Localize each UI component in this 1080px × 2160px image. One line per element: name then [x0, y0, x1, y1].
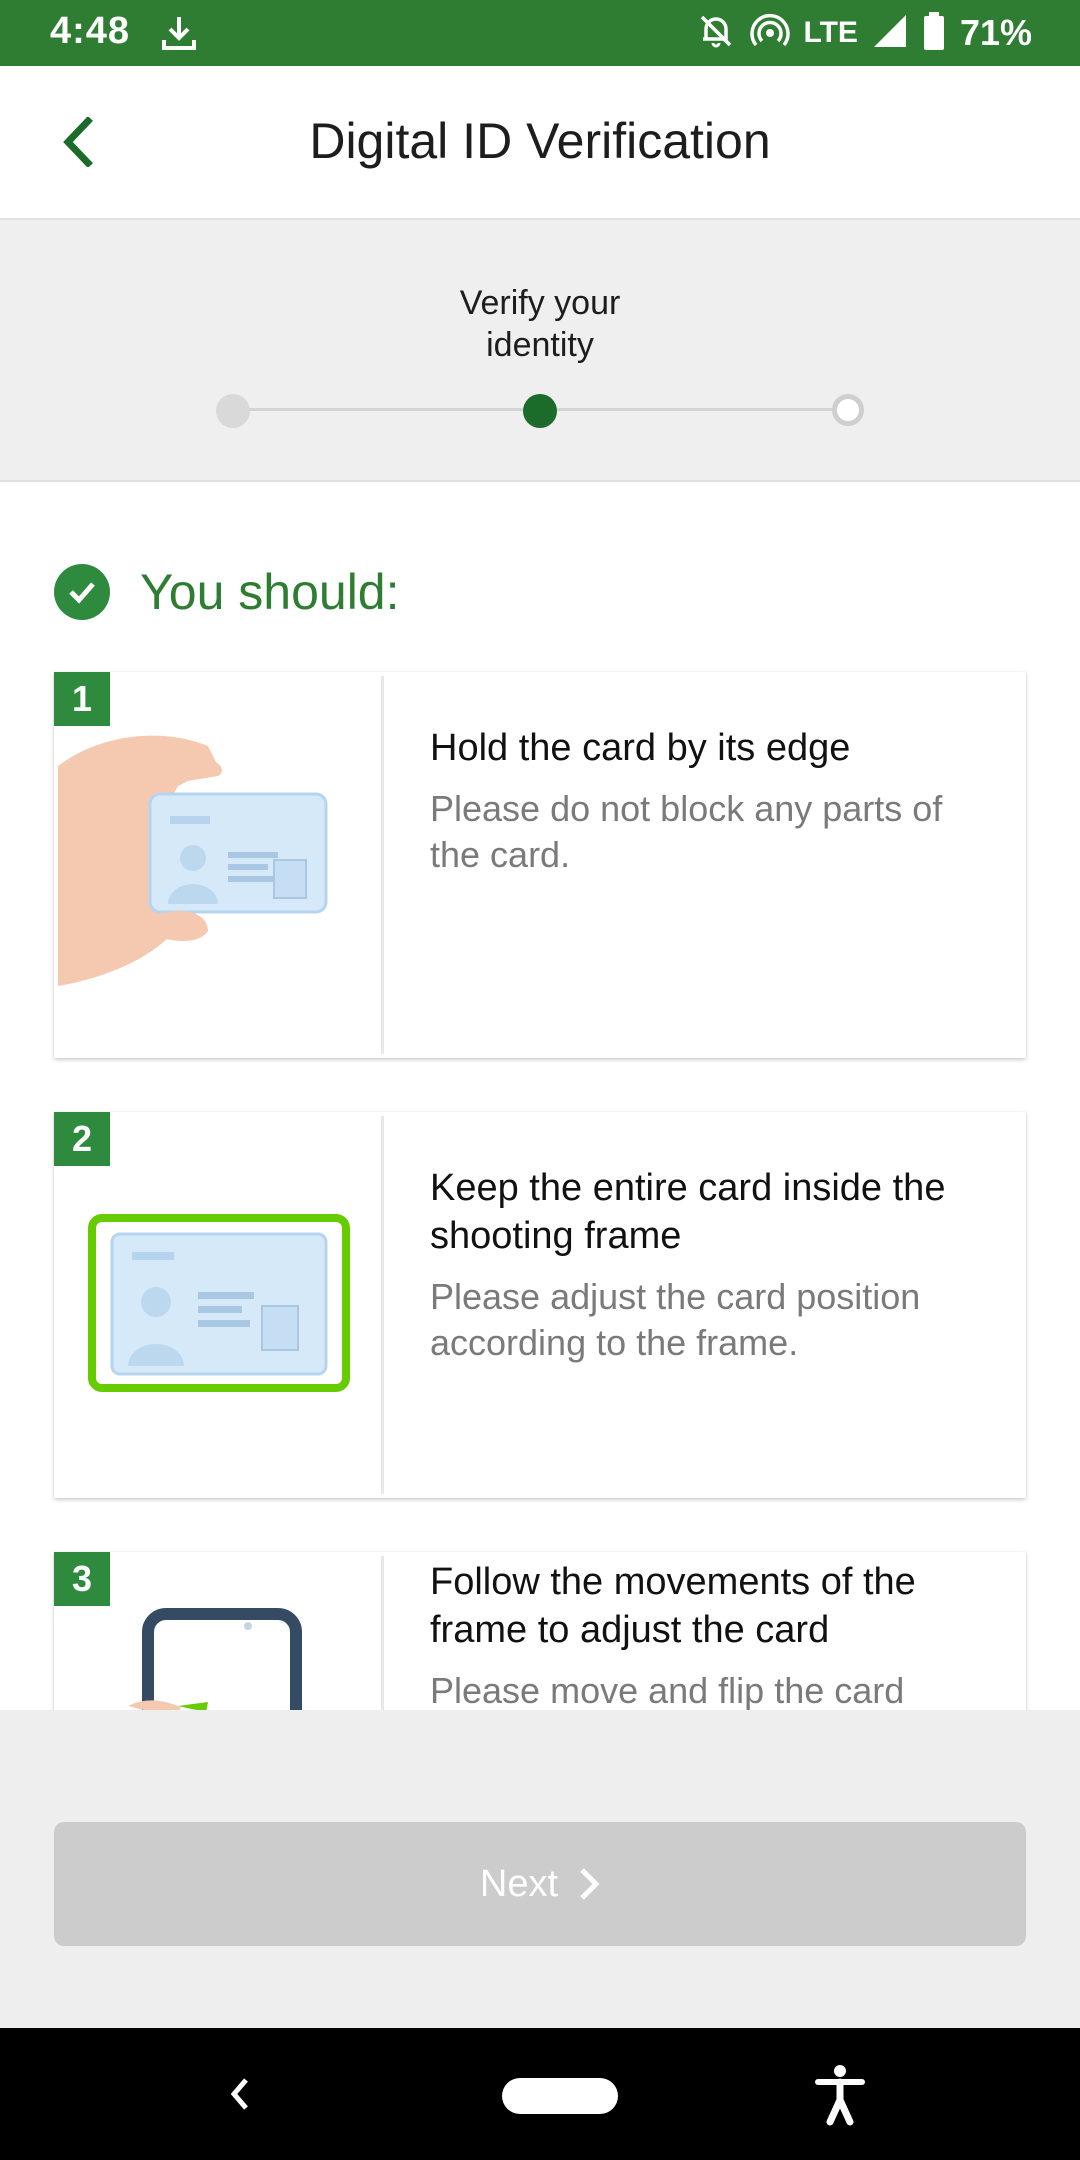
step-dot-1: [216, 394, 250, 428]
next-button-label: Next: [479, 1862, 559, 1905]
step-dot-3: [832, 394, 864, 426]
status-icons: LTE 71%: [696, 8, 1032, 58]
step-number-badge: 3: [54, 1552, 110, 1606]
instruction-description: Please adjust the card position accordin…: [430, 1276, 921, 1363]
accessibility-icon[interactable]: [810, 2062, 870, 2131]
progress-stepper: Verify your identity: [0, 220, 1080, 482]
page-title: Digital ID Verification: [309, 113, 771, 169]
bottom-panel: Next: [0, 1710, 1080, 2028]
network-type: LTE: [803, 16, 858, 49]
battery-percent: 71%: [959, 12, 1032, 53]
instruction-title: Keep the entire card inside the shooting…: [430, 1167, 946, 1257]
step-number-badge: 2: [54, 1112, 110, 1166]
download-icon: [158, 12, 200, 59]
instruction-text: Hold the card by its edge Please do not …: [430, 724, 976, 878]
instruction-card-1: 1 Hold the card by its edge Please do no…: [54, 672, 1026, 1058]
chevron-left-icon: [230, 2078, 248, 2110]
step-dot-2-current: [523, 394, 557, 428]
instruction-title: Hold the card by its edge: [430, 727, 851, 769]
chevron-right-icon: [580, 1868, 600, 1900]
section-heading: You should:: [140, 564, 400, 620]
instruction-description: Please do not block any parts of the car…: [430, 788, 943, 875]
instruction-title: Follow the movements of the frame to adj…: [430, 1561, 916, 1651]
step-number-badge: 1: [54, 672, 110, 726]
step-connector-1: [233, 408, 540, 411]
instructions-scroll[interactable]: You should: 1 Hold the card by its edge …: [0, 484, 1080, 1710]
nav-home-pill[interactable]: [502, 2078, 618, 2114]
check-circle-icon: [54, 564, 110, 620]
hand-holding-card-illustration: [58, 676, 384, 1054]
step-label: Verify your identity: [0, 282, 1080, 366]
step-connector-2: [540, 408, 848, 411]
battery-icon: [922, 11, 946, 56]
instruction-text: Keep the entire card inside the shooting…: [430, 1164, 976, 1366]
step-label-text: Verify your identity: [459, 284, 621, 364]
card-in-frame-illustration: [58, 1116, 384, 1494]
status-bar: 4:48 LTE 71%: [0, 0, 1080, 66]
signal-icon: [872, 13, 908, 54]
instruction-text: Follow the movements of the frame to adj…: [430, 1558, 976, 1710]
next-button[interactable]: Next: [54, 1822, 1026, 1946]
system-nav-bar: [0, 2028, 1080, 2160]
bell-off-icon: [696, 11, 736, 56]
instruction-card-3: 3 Follow the movements of the frame to a…: [54, 1552, 1026, 1710]
instruction-card-2: 2 Keep the entire card inside the shooti…: [54, 1112, 1026, 1498]
instruction-description: Please move and flip the card: [430, 1670, 905, 1710]
app-bar: Digital ID Verification: [0, 66, 1080, 220]
you-should-header: You should:: [54, 562, 400, 622]
nav-back-button[interactable]: [222, 2074, 256, 2119]
hotspot-icon: [749, 11, 790, 56]
status-time: 4:48: [50, 10, 131, 52]
